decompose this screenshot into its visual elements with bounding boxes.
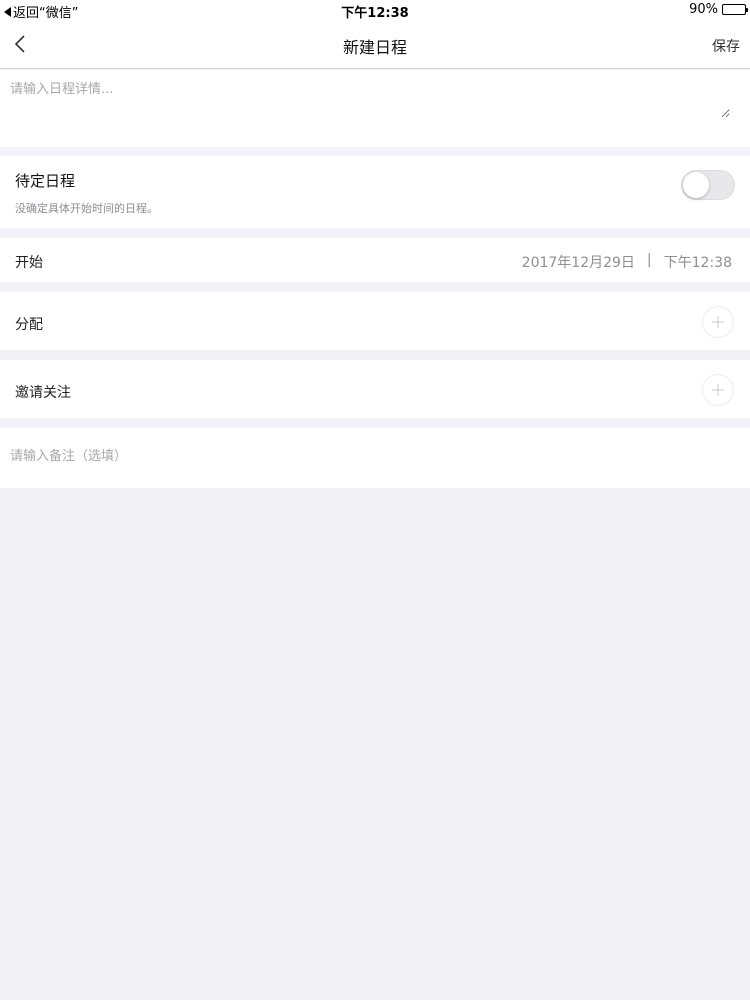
- pending-schedule-toggle[interactable]: [681, 170, 735, 200]
- navigation-bar: 新建日程 保存: [0, 20, 750, 69]
- plus-icon: [712, 316, 724, 328]
- start-value[interactable]: 2017年12月29日 | 下午12:38: [522, 252, 732, 272]
- page-title: 新建日程: [342, 38, 407, 57]
- pending-schedule-description: 没确定具体开始时间的日程。: [15, 202, 158, 215]
- invite-follow-label: 邀请关注: [15, 385, 71, 401]
- battery-indicator: 90%: [689, 2, 748, 17]
- plus-icon: [712, 384, 724, 396]
- start-row[interactable]: 开始 2017年12月29日 | 下午12:38: [0, 238, 750, 282]
- toggle-knob: [683, 172, 709, 198]
- start-label: 开始: [15, 255, 43, 271]
- note-input[interactable]: [10, 444, 730, 468]
- invite-add-button[interactable]: [702, 374, 734, 406]
- schedule-detail-input[interactable]: [10, 78, 730, 118]
- battery-icon: [722, 4, 748, 15]
- invite-follow-row: 邀请关注: [0, 360, 750, 418]
- pending-schedule-row: 待定日程 没确定具体开始时间的日程。: [0, 156, 750, 228]
- status-time: 下午12:38: [341, 6, 409, 21]
- detail-section: [0, 70, 750, 147]
- start-separator: |: [646, 252, 652, 268]
- battery-percent: 90%: [689, 2, 718, 17]
- save-button[interactable]: 保存: [712, 36, 740, 56]
- assign-add-button[interactable]: [702, 306, 734, 338]
- pending-schedule-label: 待定日程: [15, 172, 76, 190]
- note-section: [0, 428, 750, 488]
- assign-label: 分配: [15, 317, 43, 333]
- start-time[interactable]: 下午12:38: [664, 252, 732, 272]
- start-date[interactable]: 2017年12月29日: [522, 252, 635, 272]
- assign-row: 分配: [0, 292, 750, 350]
- status-bar: 返回“微信” 下午12:38 90%: [0, 0, 750, 21]
